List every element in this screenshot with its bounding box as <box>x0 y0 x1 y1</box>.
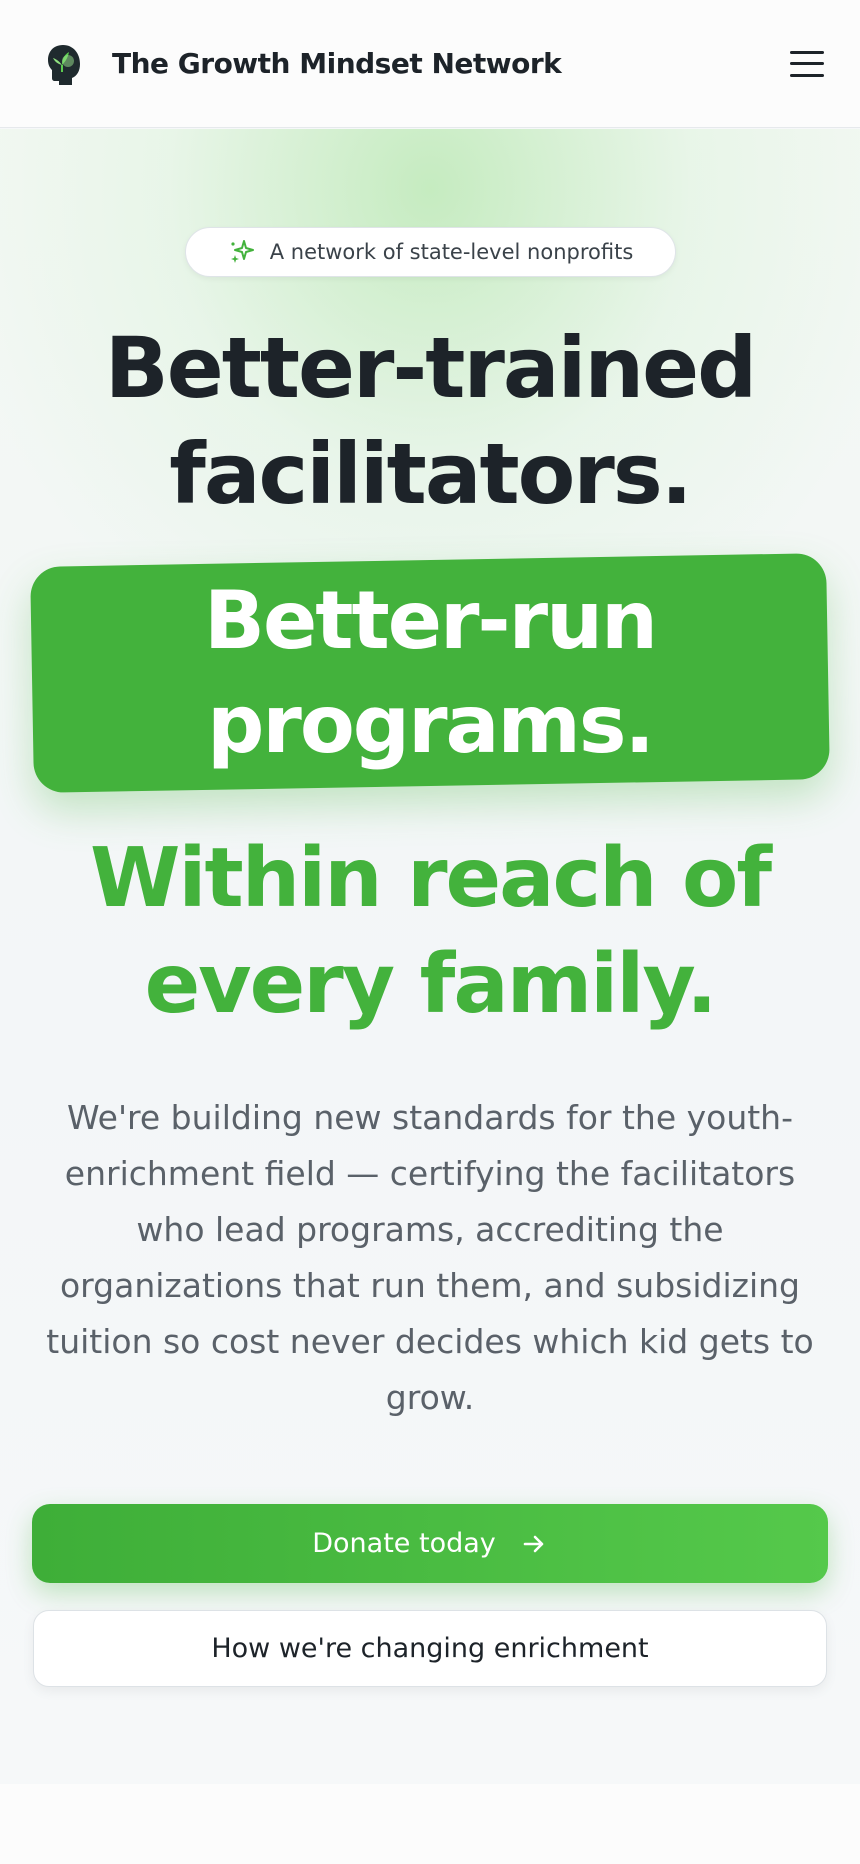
hero-headline: Better-trained facilitators. <box>0 315 860 527</box>
arrow-right-icon <box>523 1535 544 1552</box>
brand-name[interactable]: The Growth Mindset Network <box>112 47 562 80</box>
hamburger-menu-icon[interactable] <box>790 49 824 79</box>
menu-bar <box>790 62 824 65</box>
highlight-line-1: Better-run <box>204 574 658 667</box>
highlight-line-2: programs. <box>207 678 655 771</box>
site-header: The Growth Mindset Network <box>0 0 860 128</box>
next-section-edge <box>0 1784 860 1864</box>
donate-button[interactable]: Donate today <box>32 1504 828 1583</box>
hero-lead-paragraph: We're building new standards for the you… <box>46 1098 814 1417</box>
hero-section: A network of state-level nonprofits Bett… <box>0 129 860 1784</box>
how-we-change-button-label: How we're changing enrichment <box>211 1633 649 1664</box>
green-line-1: Within reach of <box>89 831 772 926</box>
donate-button-label: Donate today <box>312 1528 496 1559</box>
headline-line-1: Better-trained <box>104 319 758 417</box>
menu-bar <box>790 50 824 54</box>
menu-bar <box>790 73 824 77</box>
headline-line-2: facilitators. <box>169 425 692 523</box>
network-badge: A network of state-level nonprofits <box>185 227 676 277</box>
green-line-2: every family. <box>144 937 718 1032</box>
badge-text: A network of state-level nonprofits <box>269 240 634 264</box>
head-sprout-logo-icon[interactable] <box>44 41 86 87</box>
green-headline: Within reach of every family. <box>0 826 860 1038</box>
highlight-headline: Better-run programs. <box>0 569 860 777</box>
how-we-change-button[interactable]: How we're changing enrichment <box>33 1610 827 1687</box>
sparkle-icon <box>230 240 254 263</box>
